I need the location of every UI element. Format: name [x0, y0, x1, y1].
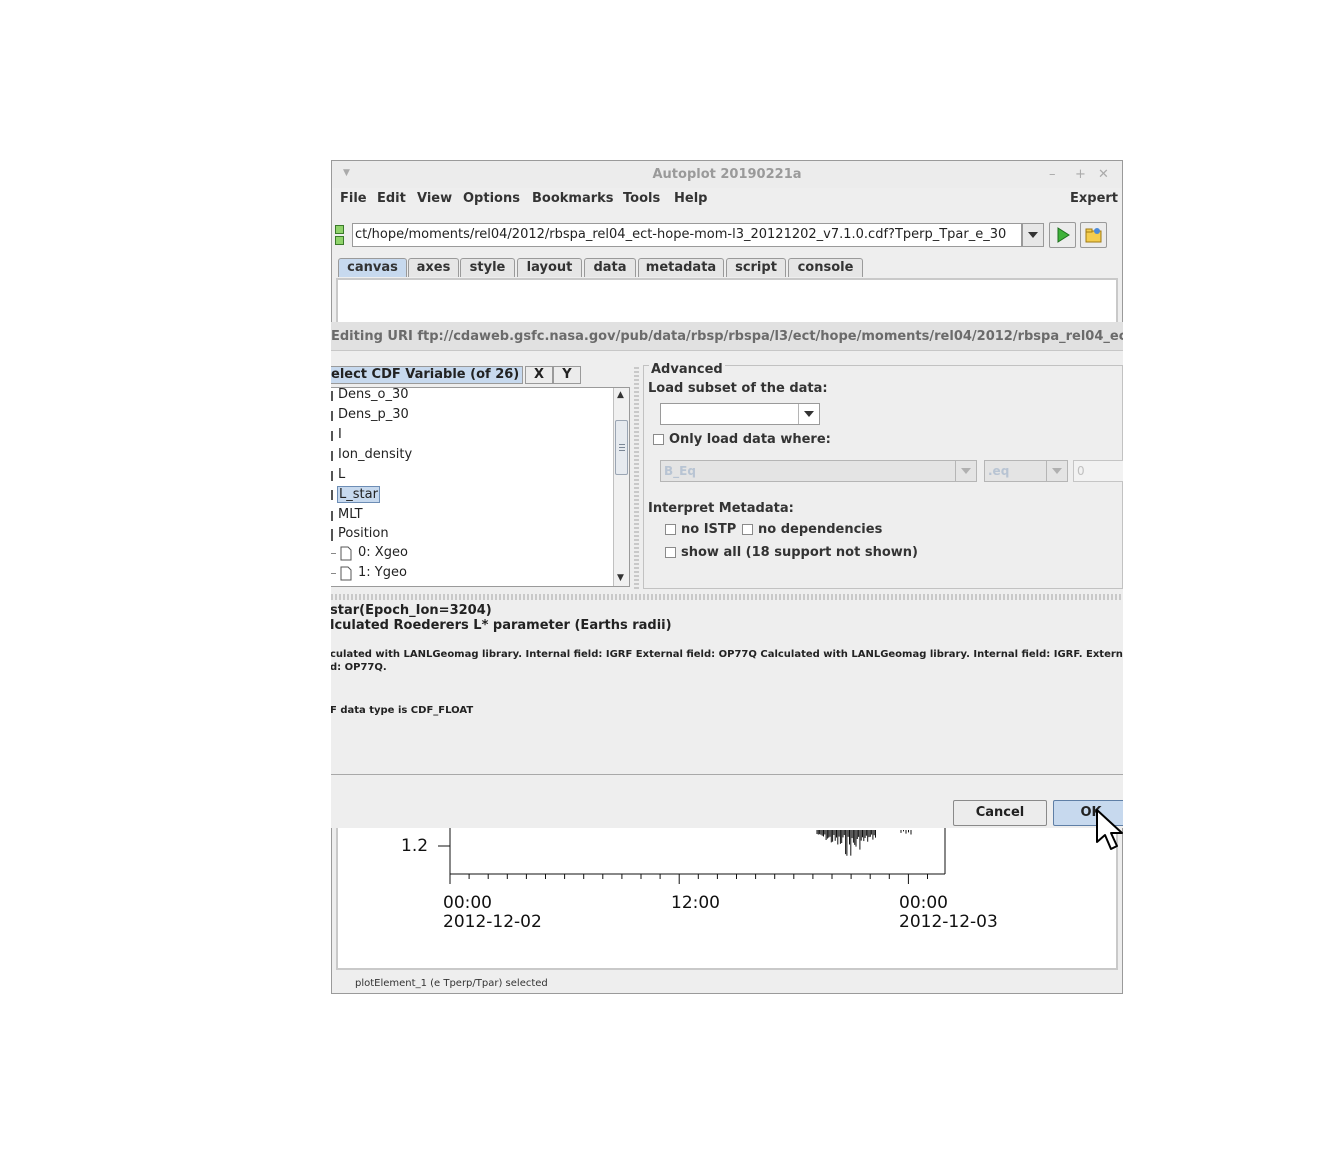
y-tick-label: 1.2 [401, 836, 429, 856]
variable-description: star(Epoch_Ion=3204) lculated Roederers … [331, 602, 1123, 774]
status-bar: plotElement_1 (e Tperp/Tpar) selected [355, 978, 548, 989]
mouse-cursor-icon [1096, 809, 1123, 850]
menu-view[interactable]: View [417, 191, 452, 206]
interpret-metadata-label: Interpret Metadata: [648, 501, 794, 516]
where-operator-combo[interactable]: .eq [984, 460, 1068, 482]
chevron-down-icon [1028, 232, 1038, 238]
x-tick-date-3: 2012-12-03 [899, 912, 998, 932]
where-operator-dropdown[interactable] [1046, 461, 1067, 481]
split-divider[interactable] [634, 365, 639, 589]
tab-data[interactable]: data [584, 258, 636, 277]
menu-bar: File Edit View Options Bookmarks Tools H… [332, 188, 1122, 210]
x-tick-time-3: 00:00 [899, 893, 948, 913]
menu-tools[interactable]: Tools [623, 191, 660, 206]
menu-help[interactable]: Help [674, 191, 707, 206]
no-istp-label: no ISTP [681, 522, 737, 537]
menu-edit[interactable]: Edit [377, 191, 406, 206]
minimize-button[interactable]: – [1049, 167, 1056, 182]
tab-metadata[interactable]: metadata [638, 258, 724, 277]
cancel-button[interactable]: Cancel [953, 800, 1047, 826]
tab-canvas[interactable]: canvas [338, 258, 407, 277]
subset-label: Load subset of the data: [648, 381, 828, 396]
tab-console[interactable]: console [788, 258, 863, 277]
x-tick-date-1: 2012-12-02 [443, 912, 542, 932]
subset-combo[interactable] [660, 403, 820, 425]
variable-tree[interactable]: Dens_o_30 Dens_p_30 I Ion_density L L_st… [331, 387, 630, 587]
menu-file[interactable]: File [340, 191, 367, 206]
where-value-field[interactable]: 0 [1073, 460, 1123, 482]
show-all-checkbox[interactable] [665, 547, 676, 558]
folder-icon [1085, 228, 1102, 243]
tab-style[interactable]: style [460, 258, 515, 277]
chevron-down-icon [961, 468, 971, 474]
dialog-header: Editing URI ftp://cdaweb.gsfc.nasa.gov/p… [331, 322, 1123, 351]
drag-handle-icon[interactable] [335, 225, 344, 245]
window-title: Autoplot 20190221a [652, 167, 802, 182]
menu-bookmarks[interactable]: Bookmarks [532, 191, 614, 206]
where-variable-combo[interactable]: B_Eq [660, 460, 977, 482]
chevron-down-icon [1052, 468, 1062, 474]
expert-mode-button[interactable]: Expert [1070, 191, 1118, 206]
description-line: culated with LANLGeomag library. Interna… [331, 649, 1123, 660]
no-istp-checkbox[interactable] [665, 524, 676, 535]
no-dependencies-label: no dependencies [758, 522, 883, 537]
description-line: lculated Roederers L* parameter (Earths … [331, 618, 672, 633]
chevron-down-icon [804, 411, 814, 417]
file-icon [340, 566, 352, 581]
file-icon [340, 546, 352, 561]
plot-go-button[interactable] [1049, 222, 1076, 248]
close-button[interactable]: ✕ [1098, 167, 1109, 182]
description-line: d: OP77Q. [331, 662, 387, 673]
variable-list-header: elect CDF Variable (of 26) [331, 366, 523, 384]
where-variable-dropdown[interactable] [955, 461, 976, 481]
tab-axes[interactable]: axes [408, 258, 459, 277]
divider [331, 774, 1123, 775]
scroll-thumb[interactable] [615, 420, 628, 475]
x-tick-time-2: 12:00 [671, 893, 720, 913]
title-bar[interactable]: ▼ Autoplot 20190221a – + ✕ [332, 161, 1122, 188]
tab-script[interactable]: script [726, 258, 786, 277]
scroll-down-icon[interactable]: ▼ [617, 573, 624, 583]
y-button[interactable]: Y [553, 366, 581, 384]
tab-layout[interactable]: layout [517, 258, 582, 277]
x-tick-time-1: 00:00 [443, 893, 492, 913]
x-button[interactable]: X [525, 366, 553, 384]
only-load-checkbox[interactable] [653, 434, 664, 445]
uri-input[interactable]: ct/hope/moments/rel04/2012/rbspa_rel04_e… [352, 223, 1022, 247]
dialog-header-text: Editing URI ftp://cdaweb.gsfc.nasa.gov/p… [331, 329, 1123, 344]
description-line: F data type is CDF_FLOAT [331, 705, 474, 716]
only-load-label: Only load data where: [669, 432, 831, 447]
maximize-button[interactable]: + [1075, 167, 1086, 182]
menu-options[interactable]: Options [463, 191, 520, 206]
show-all-label: show all (18 support not shown) [681, 545, 918, 560]
uri-history-dropdown[interactable] [1022, 223, 1044, 247]
horizontal-splitter[interactable] [331, 594, 1123, 600]
subset-dropdown-button[interactable] [798, 404, 819, 424]
variable-list-scrollbar[interactable]: ▲ ▼ [613, 388, 629, 586]
description-line: star(Epoch_Ion=3204) [331, 603, 492, 618]
scroll-up-icon[interactable]: ▲ [617, 390, 624, 400]
advanced-title: Advanced [649, 362, 725, 377]
play-icon [1057, 227, 1070, 243]
plot-area[interactable]: 1.2 00:00 2012-12-02 12:00 00:00 2012-12… [331, 828, 1123, 968]
edit-uri-dialog: Editing URI ftp://cdaweb.gsfc.nasa.gov/p… [331, 322, 1123, 828]
no-dependencies-checkbox[interactable] [742, 524, 753, 535]
open-file-button[interactable] [1080, 222, 1107, 248]
